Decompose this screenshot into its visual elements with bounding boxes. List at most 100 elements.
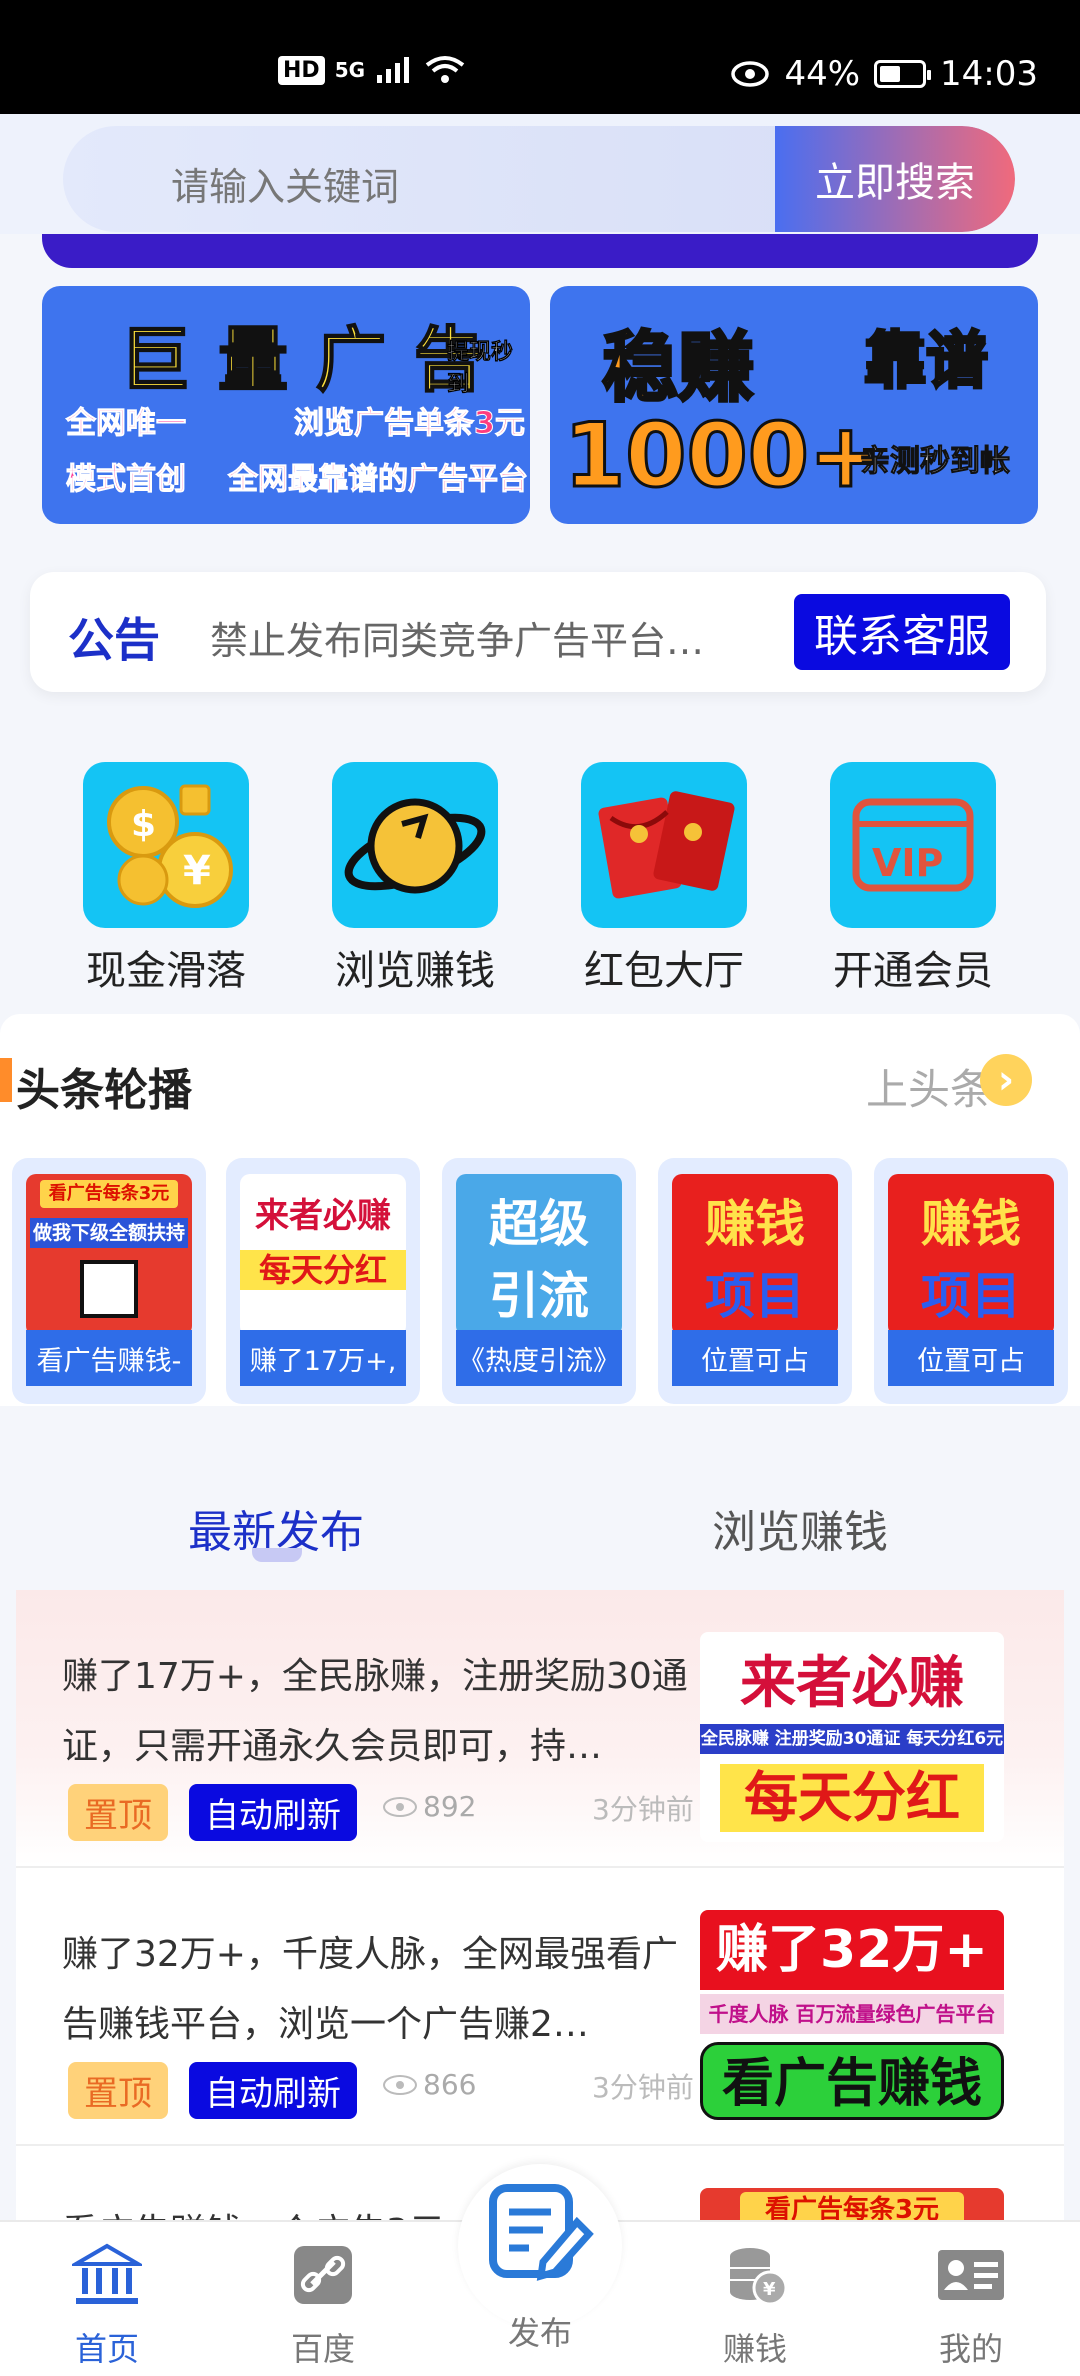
headline-card-caption: 位置可占 [672,1330,838,1386]
nav-mine[interactable]: 我的 [896,2242,1046,2370]
headline-card-caption: 赚了17万+, [240,1330,406,1386]
post-thumbnail: 赚了32万+ 千度人脉 百万流量绿色广告平台 看广告赚钱 [700,1910,1004,2120]
feed-tabs: 最新发布 浏览赚钱 [0,1436,1080,1586]
view-count: 866 [383,2068,476,2101]
network-indicators: HD 5G [278,55,465,85]
nav-publish[interactable]: 发布 [465,2182,615,2354]
headline-card-caption: 《热度引流》 [456,1330,622,1386]
card-image-text: 来者必赚 [255,1196,391,1236]
post-time: 3分钟前 [592,1793,694,1826]
tab-browse-earn[interactable]: 浏览赚钱 [712,1496,888,1560]
nav-label: 首页 [74,2330,139,2368]
nav-baidu[interactable]: 百度 [248,2242,398,2370]
tab-indicator [252,1548,302,1562]
view-count-value: 892 [423,1790,477,1823]
card-image-text: 每天分红 [240,1250,406,1290]
network-type: 5G [334,58,366,82]
banner-big-text: 靠谱 [862,323,989,399]
banner-line: 模式首创 [66,462,187,498]
contact-support-button[interactable]: 联系客服 [794,594,1010,670]
headline-card[interactable]: 超级 引流 《热度引流》 [442,1158,636,1404]
thumb-text: 看广告每条3元 [740,2192,964,2220]
ad-banner-right[interactable]: 稳赚 靠谱 1000+ 亲测秒到帐 [550,286,1038,524]
nav-home[interactable]: 首页 [32,2242,182,2370]
svg-text:VIP: VIP [872,841,943,885]
battery-icon [874,60,932,88]
eye-comfort-icon [731,61,770,87]
headline-card[interactable]: 赚钱 项目 位置可占 [874,1158,1068,1404]
card-image-text: 赚钱 [705,1195,805,1253]
banner-line: 浏览广告单条3元 [294,406,526,442]
bank-icon [68,2242,146,2308]
banner-line: 全网唯一 [66,406,187,442]
quick-item-redpacket[interactable]: 红包大厅 [564,762,764,996]
list-item[interactable]: 赚了17万+，全民脉赚，注册奖励30通证，只需开通永久会员即可，持… 置顶 自动… [16,1590,1064,1868]
thumb-text: 千度人脉 百万流量绿色广告平台 [700,1994,1004,2034]
svg-text:$: $ [131,804,156,845]
card-image-text: 看广告每条3元 [40,1180,178,1208]
battery-percent: 44% [784,54,861,94]
quick-item-cash[interactable]: ¥ $ 现金滑落 [66,762,266,996]
quick-item-vip[interactable]: VIP 开通会员 [813,762,1013,996]
headline-card[interactable]: 来者必赚 每天分红 赚了17万+, [226,1158,420,1404]
edit-icon [485,2182,595,2288]
headline-card[interactable]: 赚钱 项目 位置可占 [658,1158,852,1404]
qr-code-icon [80,1260,138,1318]
nav-label: 百度 [290,2330,355,2368]
clock: 14:03 [940,54,1038,94]
headline-card-caption: 看广告赚钱- [26,1330,192,1386]
headline-card-image: 超级 引流 [456,1174,622,1336]
top-banner-edge [42,234,1038,268]
headline-card-image: 来者必赚 每天分红 [240,1174,406,1336]
list-item[interactable]: 赚了32万+，千度人脉，全网最强看广告赚钱平台，浏览一个广告赚2… 置顶 自动刷… [16,1868,1064,2146]
chevron-right-icon[interactable]: › [980,1054,1032,1106]
banner-tag: 提现秒到 [447,340,514,398]
thumb-text: 赚了32万+ [700,1910,1004,1990]
thumb-text: 全民脉赚 注册奖励30通证 每天分红6元 [700,1724,1004,1754]
nav-earn[interactable]: ¥ 赚钱 [680,2242,830,2370]
headline-card-image: 看广告每条3元 做我下级全额扶持 [26,1174,192,1336]
notice-label: 公告 [68,613,160,667]
ad-banner-left[interactable]: 巨量广告 提现秒到 全网唯一 浏览广告单条3元 模式首创 全网最靠谱的广告平台 [42,286,530,524]
quick-item-label: 开通会员 [833,948,993,994]
headline-card-caption: 位置可占 [888,1330,1054,1386]
quick-item-label: 红包大厅 [584,948,744,994]
post-time: 3分钟前 [592,2071,694,2104]
coins-icon: ¥ $ [83,762,249,928]
post-thumbnail: 来者必赚 全民脉赚 注册奖励30通证 每天分红6元 每天分红 [700,1632,1004,1842]
notice-bar: 公告 禁止发布同类竞争广告平台… 联系客服 [30,572,1046,692]
thumb-text: 每天分红 [720,1764,984,1832]
svg-text:¥: ¥ [183,848,211,894]
headline-card[interactable]: 看广告每条3元 做我下级全额扶持 看广告赚钱- [12,1158,206,1404]
quick-item-label: 现金滑落 [86,948,246,994]
quick-item-browse[interactable]: 浏览赚钱 [315,762,515,996]
view-count: 892 [383,1790,476,1823]
profile-card-icon [936,2242,1006,2308]
search-input[interactable]: 请输入关键词 立即搜索 [63,126,1015,232]
banner-big-text: 稳赚 [601,322,756,414]
notice-text[interactable]: 禁止发布同类竞争广告平台… [210,610,770,665]
quick-menu: ¥ $ 现金滑落 浏览赚钱 红包大厅 VIP 开通会员 [0,740,1080,994]
link-icon [288,2242,358,2308]
view-count-value: 866 [423,2068,477,2101]
pinned-badge: 置顶 [68,1784,168,1841]
auto-refresh-badge: 自动刷新 [189,2062,357,2119]
svg-text:¥: ¥ [763,2279,776,2300]
signal-icon [377,57,410,83]
planet-icon [332,762,498,928]
bottom-nav: 首页 百度 发布 ¥ 赚钱 我的 [0,2164,1080,2376]
headline-more-link[interactable]: 上头条 [866,1056,992,1117]
card-image-text: 超级 [489,1195,589,1253]
thumb-text: 看广告赚钱 [700,2042,1004,2120]
headline-card-image: 赚钱 项目 [888,1174,1054,1336]
card-image-text: 项目 [705,1267,805,1325]
post-thumbnail: 看广告每条3元 [700,2188,1004,2220]
post-title: 赚了32万+，千度人脉，全网最强看广告赚钱平台，浏览一个广告赚2… [62,1934,678,2045]
thumb-text: 来者必赚 [740,1651,964,1716]
search-button[interactable]: 立即搜索 [775,126,1015,232]
headline-title: 头条轮播 [16,1065,192,1116]
status-right: 44% 14:03 [730,54,1038,94]
red-envelope-icon [581,762,747,928]
pinned-badge: 置顶 [68,2062,168,2119]
headline-card-image: 赚钱 项目 [672,1174,838,1336]
